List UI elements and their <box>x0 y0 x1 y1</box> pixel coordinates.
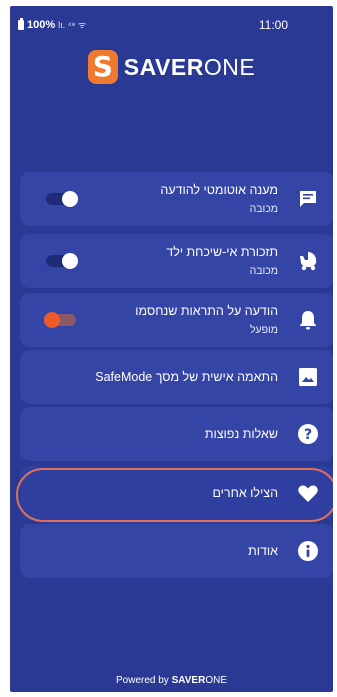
menu-item-title: הודעה על התראות שנחסמו <box>135 304 278 318</box>
menu-item-title: תזכורת אי-שיכחת ילד <box>166 245 278 259</box>
logo-text-bold: SAVER <box>123 53 204 80</box>
toggle-knob <box>44 312 60 328</box>
menu-item-texts: תזכורת אי-שיכחת ילד מכובה <box>166 245 278 277</box>
menu-item-texts: מענה אוטומטי להודעה מכובה <box>160 183 278 215</box>
menu-item-about[interactable]: אודות <box>20 524 333 578</box>
menu-item-texts: התאמה אישית של מסך SafeMode <box>95 370 278 384</box>
menu-item-title: מענה אוטומטי להודעה <box>160 183 278 197</box>
question-icon: ? <box>296 422 320 446</box>
battery-icon <box>18 17 24 30</box>
auto-reply-toggle[interactable] <box>46 191 78 207</box>
chat-reply-icon <box>296 187 320 211</box>
highlight-outline <box>16 468 333 522</box>
logo-text-light: ONE <box>203 53 256 80</box>
child-reminder-toggle[interactable] <box>46 253 78 269</box>
menu-item-safemode-customization[interactable]: התאמה אישית של מסך SafeMode <box>20 350 333 404</box>
status-time: 11:00 <box>258 18 288 32</box>
menu-item-status: מכובה <box>249 265 278 277</box>
menu-item-faq[interactable]: ? שאלות נפוצות <box>20 407 333 461</box>
logo-mark: S <box>87 50 118 84</box>
signal-indicators: lı. ⁴⁹ ᯤ <box>58 20 87 30</box>
status-bar-left: 100% lı. ⁴⁹ ᯤ <box>18 17 87 31</box>
powered-by-footer: Powered by SAVERONE <box>10 675 333 686</box>
logo-wordmark: SAVERONE <box>124 54 255 81</box>
menu-item-title: שאלות נפוצות <box>204 427 278 441</box>
toggle-knob <box>62 253 78 269</box>
menu-item-title: התאמה אישית של מסך SafeMode <box>95 370 278 384</box>
menu-item-texts: שאלות נפוצות <box>205 427 278 441</box>
image-icon <box>296 365 320 389</box>
app-logo: S SAVERONE <box>10 50 333 84</box>
menu-item-texts: הודעה על התראות שנחסמו מופעל <box>135 304 278 336</box>
bell-icon <box>296 308 320 332</box>
battery-level: 100% <box>27 18 56 31</box>
toggle-knob <box>62 191 78 207</box>
footer-brand-bold: SAVER <box>171 675 206 686</box>
menu-item-blocked-notifications[interactable]: הודעה על התראות שנחסמו מופעל <box>20 293 333 347</box>
info-icon <box>296 539 320 563</box>
app-screen: 100% lı. ⁴⁹ ᯤ 11:00 S SAVERONE מענה אוטו… <box>10 6 333 692</box>
menu-item-status: מופעל <box>249 324 278 336</box>
stroller-icon <box>296 249 320 273</box>
menu-item-child-reminder[interactable]: תזכורת אי-שיכחת ילד מכובה <box>20 234 333 288</box>
blocked-notifications-toggle[interactable] <box>44 312 76 328</box>
menu-item-auto-reply[interactable]: מענה אוטומטי להודעה מכובה <box>20 172 333 226</box>
menu-item-texts: אודות <box>248 544 278 558</box>
footer-brand-light: ONE <box>205 675 227 686</box>
menu-item-status: מכובה <box>249 203 278 215</box>
svg-text:?: ? <box>304 427 312 443</box>
menu-item-title: אודות <box>248 544 278 558</box>
powered-by-prefix: Powered by <box>116 675 172 686</box>
